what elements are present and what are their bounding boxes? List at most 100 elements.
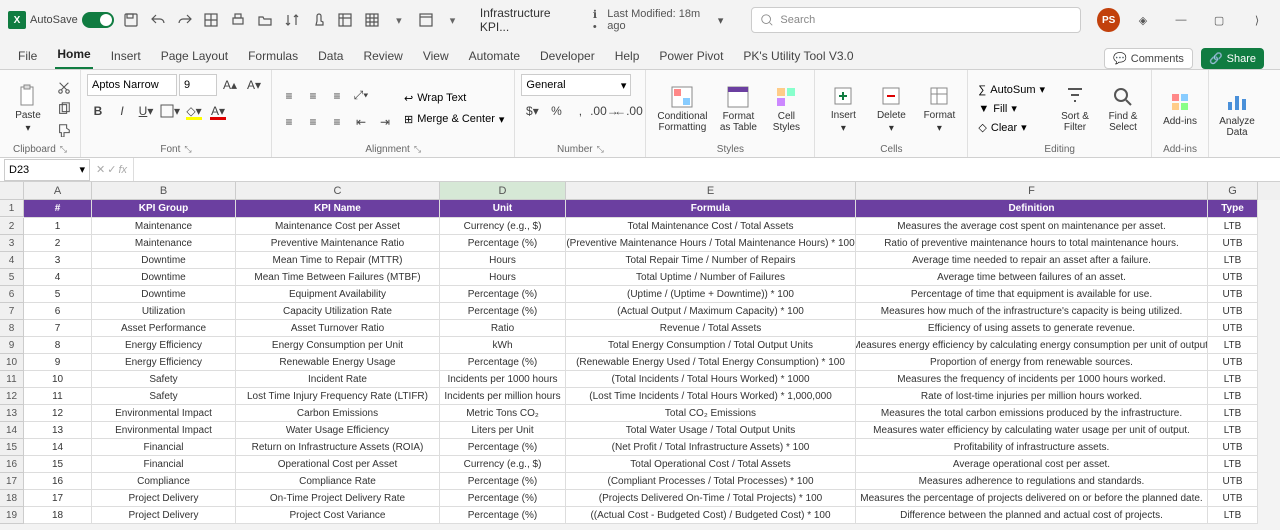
cell[interactable]: Carbon Emissions [236, 405, 440, 422]
cell[interactable]: Average operational cost per asset. [856, 456, 1208, 473]
colhdr-F[interactable]: F [856, 182, 1208, 200]
qat-print-icon[interactable] [229, 10, 248, 30]
cell[interactable]: Percentage (%) [440, 473, 566, 490]
cell[interactable]: Percentage (%) [440, 439, 566, 456]
table-header[interactable]: Unit [440, 200, 566, 218]
cell[interactable]: 13 [24, 422, 92, 439]
share-button[interactable]: 🔗 Share [1201, 48, 1264, 69]
cell[interactable]: Project Delivery [92, 507, 236, 524]
cell[interactable]: ((Actual Cost - Budgeted Cost) / Budgete… [566, 507, 856, 524]
cell[interactable]: UTB [1208, 269, 1258, 286]
cell[interactable]: Energy Consumption per Unit [236, 337, 440, 354]
comments-button[interactable]: 💬 Comments [1104, 48, 1193, 69]
wrap-text-button[interactable]: ↩ Wrap Text [400, 90, 508, 107]
insert-cells-button[interactable]: Insert▾ [821, 77, 865, 141]
cell[interactable]: 1 [24, 218, 92, 235]
qat-touch-icon[interactable] [309, 10, 328, 30]
cell[interactable]: Percentage (%) [440, 507, 566, 524]
cell[interactable]: LTB [1208, 405, 1258, 422]
rowhdr[interactable]: 19 [0, 507, 24, 524]
colhdr-D[interactable]: D [440, 182, 566, 200]
cell[interactable]: Water Usage Efficiency [236, 422, 440, 439]
rowhdr[interactable]: 3 [0, 235, 24, 252]
cell[interactable]: Rate of lost-time injuries per million h… [856, 388, 1208, 405]
cell[interactable]: (Projects Delivered On-Time / Total Proj… [566, 490, 856, 507]
cell[interactable]: Environmental Impact [92, 422, 236, 439]
cell[interactable]: Measures adherence to regulations and st… [856, 473, 1208, 490]
cancel-formula-icon[interactable]: ✕ [96, 163, 105, 176]
cell[interactable]: Total Operational Cost / Total Assets [566, 456, 856, 473]
rowhdr[interactable]: 11 [0, 371, 24, 388]
qat-dropdown-icon[interactable]: ▾ [390, 10, 409, 30]
format-cells-button[interactable]: Format▾ [917, 77, 961, 141]
cell[interactable]: Difference between the planned and actua… [856, 507, 1208, 524]
cell[interactable]: Energy Efficiency [92, 337, 236, 354]
comma-icon[interactable]: , [569, 100, 591, 122]
tab-formulas[interactable]: Formulas [246, 43, 300, 69]
rowhdr[interactable]: 9 [0, 337, 24, 354]
rowhdr[interactable]: 10 [0, 354, 24, 371]
cell[interactable]: UTB [1208, 490, 1258, 507]
cell[interactable]: 15 [24, 456, 92, 473]
rowhdr[interactable]: 6 [0, 286, 24, 303]
cell[interactable]: Measures energy efficiency by calculatin… [856, 337, 1208, 354]
addins-button[interactable]: Add-ins [1158, 77, 1202, 141]
cell[interactable]: Percentage of time that equipment is ava… [856, 286, 1208, 303]
cell[interactable]: 14 [24, 439, 92, 456]
underline-button[interactable]: U▾ [135, 100, 157, 122]
tab-page-layout[interactable]: Page Layout [159, 43, 230, 69]
qat-pivot-icon[interactable] [336, 10, 355, 30]
cell[interactable]: Incidents per million hours [440, 388, 566, 405]
cell[interactable]: Total CO₂ Emissions [566, 405, 856, 422]
tab-pk-utility[interactable]: PK's Utility Tool V3.0 [741, 43, 855, 69]
format-painter-icon[interactable] [54, 121, 74, 139]
cell[interactable]: Downtime [92, 269, 236, 286]
cell[interactable]: 7 [24, 320, 92, 337]
cell[interactable]: 10 [24, 371, 92, 388]
cell[interactable]: Ratio of preventive maintenance hours to… [856, 235, 1208, 252]
cell[interactable]: 6 [24, 303, 92, 320]
cell[interactable]: Capacity Utilization Rate [236, 303, 440, 320]
format-as-table-button[interactable]: Format as Table [716, 77, 760, 141]
qat-dropdown2-icon[interactable]: ▾ [443, 10, 462, 30]
grid-body[interactable]: 1#KPI GroupKPI NameUnitFormulaDefinition… [0, 200, 1280, 524]
clipboard-launcher-icon[interactable]: ⤡ [60, 144, 67, 155]
last-modified[interactable]: ℹ • Last Modified: 18m ago ▾ [593, 8, 723, 33]
cell[interactable]: Asset Performance [92, 320, 236, 337]
cell[interactable]: Utilization [92, 303, 236, 320]
redo-icon[interactable] [175, 10, 194, 30]
borders-icon[interactable]: ▾ [159, 100, 181, 122]
cell[interactable]: Equipment Availability [236, 286, 440, 303]
cell[interactable]: Percentage (%) [440, 303, 566, 320]
cell[interactable]: (Compliant Processes / Total Processes) … [566, 473, 856, 490]
tab-file[interactable]: File [16, 43, 39, 69]
font-size-select[interactable] [179, 74, 217, 96]
enter-formula-icon[interactable]: ✓ [107, 163, 116, 176]
undo-icon[interactable] [148, 10, 167, 30]
rowhdr[interactable]: 7 [0, 303, 24, 320]
name-box[interactable]: D23▾ [4, 159, 90, 181]
diamond-icon[interactable]: ◈ [1128, 6, 1158, 34]
italic-button[interactable]: I [111, 100, 133, 122]
cell[interactable]: Total Uptime / Number of Failures [566, 269, 856, 286]
cell[interactable]: Metric Tons CO₂ [440, 405, 566, 422]
cell[interactable]: Renewable Energy Usage [236, 354, 440, 371]
align-middle-icon[interactable]: ≡ [302, 85, 324, 107]
cell[interactable]: Incidents per 1000 hours [440, 371, 566, 388]
find-select-button[interactable]: Find & Select [1101, 77, 1145, 141]
font-color-icon[interactable]: A▾ [207, 100, 229, 122]
tab-data[interactable]: Data [316, 43, 345, 69]
fill-button[interactable]: ▼ Fill ▾ [974, 100, 1049, 117]
font-name-select[interactable] [87, 74, 177, 96]
cell[interactable]: Compliance [92, 473, 236, 490]
merge-center-button[interactable]: ⊞ Merge & Center ▾ [400, 111, 508, 128]
qat-sheet-icon[interactable] [416, 10, 435, 30]
cell[interactable]: UTB [1208, 320, 1258, 337]
cell[interactable]: LTB [1208, 337, 1258, 354]
cell[interactable]: 4 [24, 269, 92, 286]
cell[interactable]: UTB [1208, 286, 1258, 303]
align-bottom-icon[interactable]: ≡ [326, 85, 348, 107]
cell[interactable]: 8 [24, 337, 92, 354]
cell[interactable]: Percentage (%) [440, 490, 566, 507]
tab-insert[interactable]: Insert [109, 43, 143, 69]
